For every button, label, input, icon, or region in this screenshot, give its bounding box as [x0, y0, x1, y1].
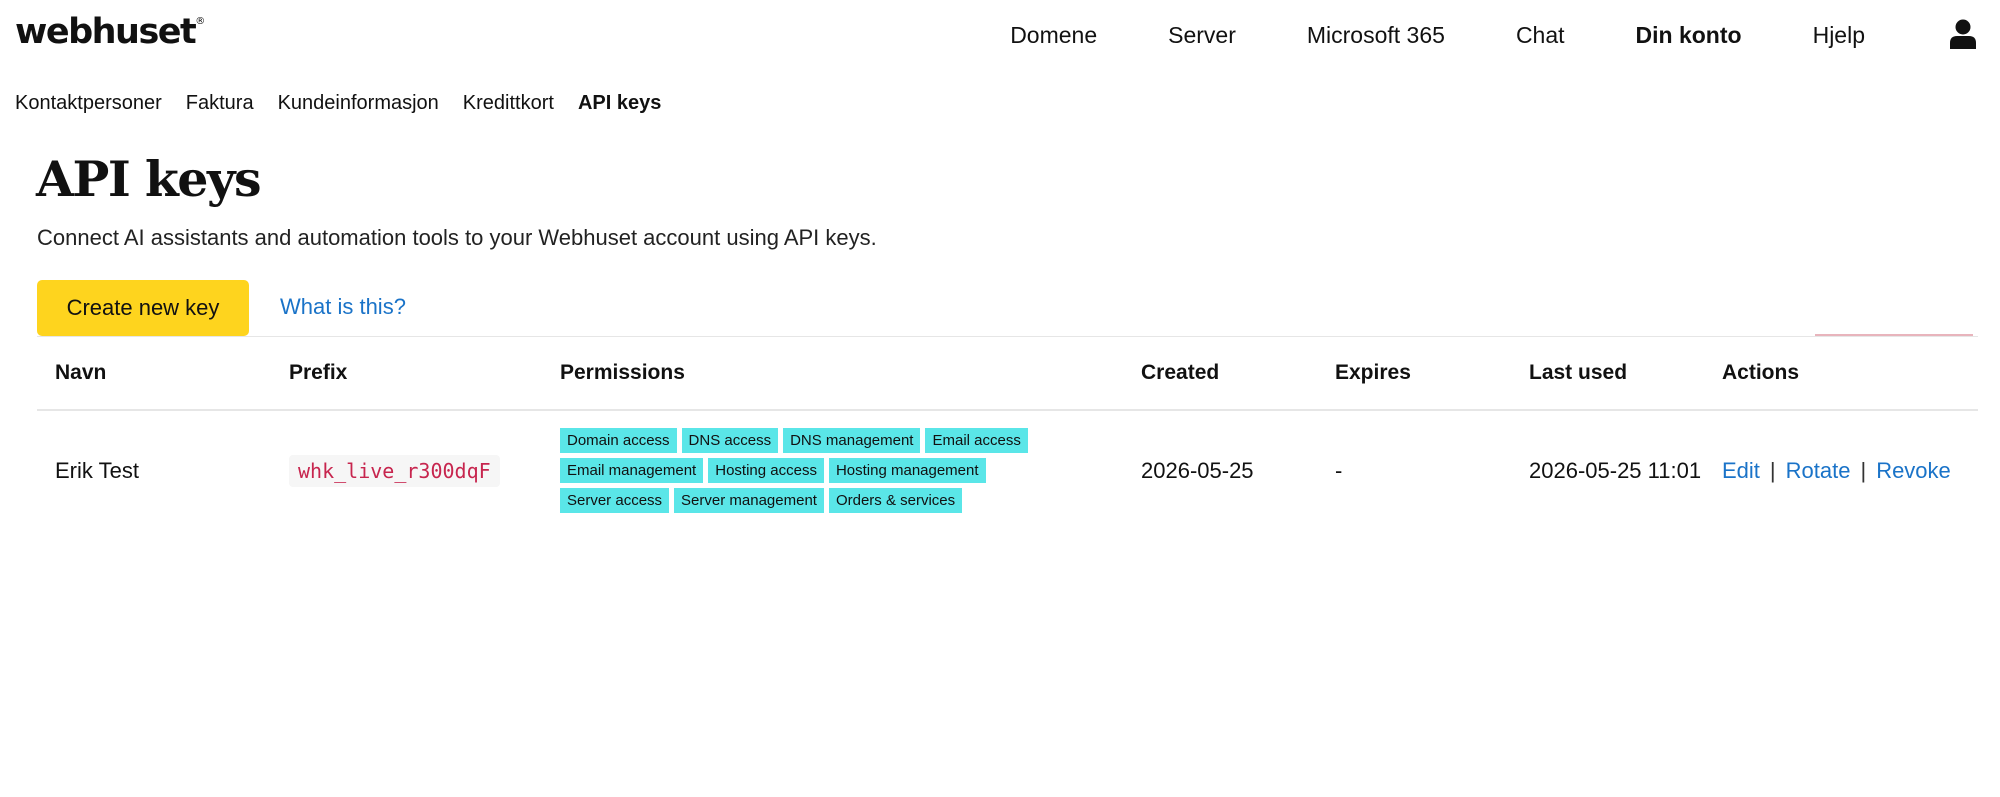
nav-item-chat[interactable]: Chat: [1516, 22, 1565, 49]
permission-badge: Domain access: [560, 428, 677, 453]
sub-nav-kundeinformasjon[interactable]: Kundeinformasjon: [278, 92, 439, 115]
table-row: Erik Test whk_live_r300dqF Domain access…: [37, 410, 1978, 530]
account-sub-nav: Kontaktpersoner Faktura Kundeinformasjon…: [15, 92, 685, 115]
page-title: API keys: [36, 150, 262, 208]
key-prefix-cell: whk_live_r300dqF: [289, 410, 560, 530]
header-name: Navn: [37, 337, 289, 411]
permission-badge: DNS management: [783, 428, 921, 453]
rotate-key-link[interactable]: Rotate: [1786, 458, 1851, 483]
header-expires: Expires: [1335, 337, 1529, 411]
revoke-key-link[interactable]: Revoke: [1876, 458, 1951, 483]
page-description: Connect AI assistants and automation too…: [37, 225, 877, 250]
permission-badge: Email management: [560, 458, 704, 483]
key-created: 2026-05-25: [1141, 457, 1254, 483]
permission-badge: Orders & services: [828, 488, 963, 513]
user-icon[interactable]: [1950, 19, 1976, 49]
nav-item-server[interactable]: Server: [1168, 22, 1236, 49]
sub-nav-faktura[interactable]: Faktura: [186, 92, 254, 115]
key-prefix: whk_live_r300dqF: [289, 454, 500, 487]
api-keys-table-container: Navn Prefix Permissions Created Expires …: [37, 336, 1978, 530]
nav-item-din-konto[interactable]: Din konto: [1636, 22, 1742, 49]
sub-nav-kredittkort[interactable]: Kredittkort: [463, 92, 554, 115]
permission-badge: Hosting management: [828, 458, 986, 483]
api-keys-table: Navn Prefix Permissions Created Expires …: [37, 337, 1978, 530]
key-expires: -: [1335, 457, 1343, 483]
main-nav: Domene Server Microsoft 365 Chat Din kon…: [1010, 0, 1865, 70]
nav-item-hjelp[interactable]: Hjelp: [1813, 22, 1865, 49]
header-permissions: Permissions: [560, 337, 1141, 411]
action-separator: |: [1769, 457, 1776, 483]
logo-text: webhuset: [15, 12, 197, 52]
edit-key-link[interactable]: Edit: [1722, 458, 1760, 483]
header-created: Created: [1141, 337, 1335, 411]
nav-item-domene[interactable]: Domene: [1010, 22, 1097, 49]
table-header-row: Navn Prefix Permissions Created Expires …: [37, 337, 1978, 411]
create-new-key-button[interactable]: Create new key: [37, 280, 249, 336]
header-actions: Actions: [1722, 337, 1978, 411]
key-name: Erik Test: [55, 457, 139, 483]
key-actions: Edit | Rotate | Revoke: [1722, 410, 1978, 530]
sub-nav-api-keys[interactable]: API keys: [578, 92, 661, 115]
what-is-this-link[interactable]: What is this?: [280, 294, 406, 320]
permission-badge: Server access: [560, 488, 670, 513]
permission-badge: DNS access: [681, 428, 779, 453]
logo-registered-mark: ®: [195, 16, 206, 27]
top-bar: webhuset® Domene Server Microsoft 365 Ch…: [0, 0, 2000, 70]
permission-badge: Hosting access: [708, 458, 824, 483]
key-permissions-cell: Domain access DNS access DNS management …: [560, 410, 1141, 530]
header-prefix: Prefix: [289, 337, 560, 411]
sub-nav-kontaktpersoner[interactable]: Kontaktpersoner: [15, 92, 162, 115]
permission-badge: Server management: [674, 488, 824, 513]
webhuset-logo[interactable]: webhuset®: [15, 12, 205, 52]
permission-badges: Domain access DNS access DNS management …: [560, 428, 1060, 513]
action-separator: |: [1860, 457, 1867, 483]
nav-item-microsoft-365[interactable]: Microsoft 365: [1307, 22, 1445, 49]
key-last-used: 2026-05-25 11:01: [1529, 457, 1702, 483]
permission-badge: Email access: [925, 428, 1028, 453]
header-last-used: Last used: [1529, 337, 1722, 411]
